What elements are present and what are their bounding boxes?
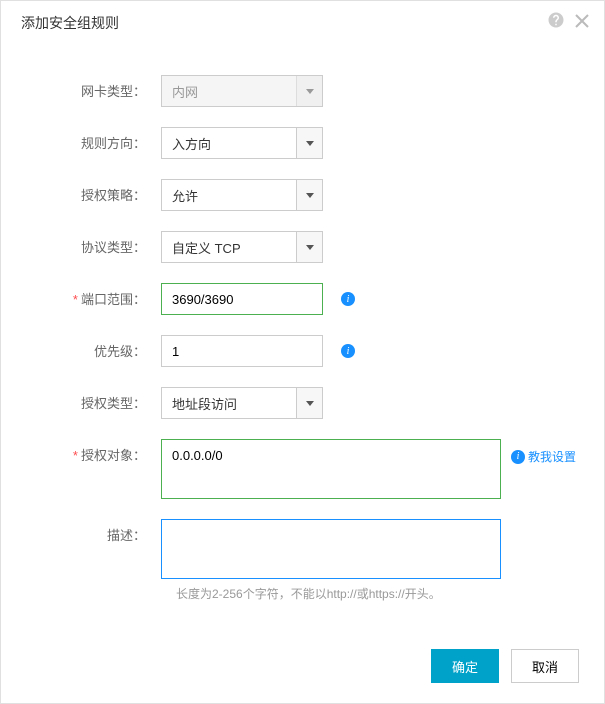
label-auth-policy: 授权策略： [21, 179, 161, 204]
modal-title: 添加安全组规则 [21, 13, 584, 33]
auth-object-textarea[interactable] [161, 439, 501, 499]
header-icons [547, 11, 589, 34]
add-security-rule-modal: 添加安全组规则 网卡类型： 内网 规则方向： 入方向 [0, 0, 605, 704]
label-port-range: *端口范围： [21, 283, 161, 308]
direction-select[interactable]: 入方向 [161, 127, 323, 159]
close-icon[interactable] [575, 12, 589, 33]
chevron-down-icon [296, 128, 322, 158]
chevron-down-icon [296, 388, 322, 418]
auth-type-select[interactable]: 地址段访问 [161, 387, 323, 419]
description-textarea[interactable] [161, 519, 501, 579]
protocol-select[interactable]: 自定义 TCP [161, 231, 323, 263]
modal-footer: 确定 取消 [431, 649, 579, 683]
row-nic-type: 网卡类型： 内网 [21, 75, 584, 107]
teach-me-link[interactable]: i教我设置 [511, 448, 576, 465]
chevron-down-icon [296, 180, 322, 210]
info-icon[interactable]: i [341, 292, 355, 306]
info-icon[interactable]: i [341, 344, 355, 358]
label-nic-type: 网卡类型： [21, 75, 161, 100]
row-auth-policy: 授权策略： 允许 [21, 179, 584, 211]
modal-body: 网卡类型： 内网 规则方向： 入方向 授权策略： 允许 [1, 45, 604, 622]
nic-type-select: 内网 [161, 75, 323, 107]
port-range-input[interactable] [161, 283, 323, 315]
chevron-down-icon [296, 76, 322, 106]
label-priority: 优先级： [21, 335, 161, 360]
auth-policy-select[interactable]: 允许 [161, 179, 323, 211]
row-protocol: 协议类型： 自定义 TCP [21, 231, 584, 263]
row-priority: 优先级： i [21, 335, 584, 367]
row-description: 描述： [21, 519, 584, 579]
row-direction: 规则方向： 入方向 [21, 127, 584, 159]
help-icon[interactable] [547, 11, 565, 34]
modal-header: 添加安全组规则 [1, 1, 604, 45]
label-auth-type: 授权类型： [21, 387, 161, 412]
row-auth-type: 授权类型： 地址段访问 [21, 387, 584, 419]
priority-input[interactable] [161, 335, 323, 367]
label-auth-object: *授权对象： [21, 439, 161, 464]
ok-button[interactable]: 确定 [431, 649, 499, 683]
row-auth-object: *授权对象： i教我设置 [21, 439, 584, 499]
description-hint: 长度为2-256个字符，不能以http://或https://开头。 [176, 585, 584, 602]
label-protocol: 协议类型： [21, 231, 161, 256]
label-direction: 规则方向： [21, 127, 161, 152]
row-port-range: *端口范围： i [21, 283, 584, 315]
info-icon: i [511, 450, 525, 464]
required-mark: * [73, 292, 78, 307]
chevron-down-icon [296, 232, 322, 262]
required-mark: * [73, 448, 78, 463]
cancel-button[interactable]: 取消 [511, 649, 579, 683]
label-description: 描述： [21, 519, 161, 544]
